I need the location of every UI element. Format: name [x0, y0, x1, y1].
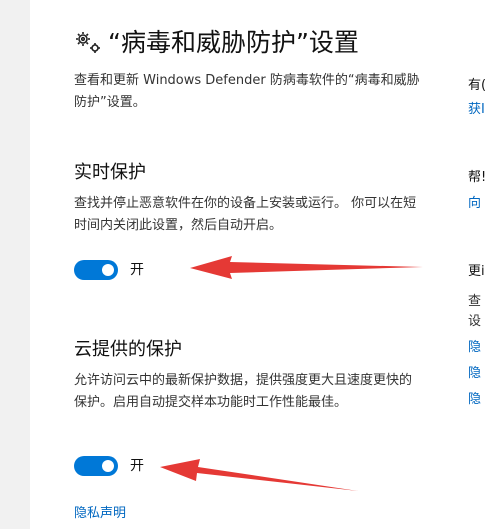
- annotation-arrow-icon: [160, 459, 358, 491]
- cloud-protection-toggle[interactable]: [74, 456, 118, 476]
- sidebar-link[interactable]: 向: [468, 194, 486, 214]
- annotation-arrow-icon: [190, 256, 423, 279]
- sidebar-text: 设: [468, 314, 482, 329]
- realtime-protection-toggle[interactable]: [74, 260, 118, 280]
- realtime-protection-description: 查找并停止恶意软件在你的设备上安装或运行。 你可以在短时间内关闭此设置，然后自动…: [74, 196, 417, 233]
- toggle-knob: [102, 264, 114, 276]
- toggle-knob: [102, 460, 114, 472]
- sidebar-link[interactable]: 获I: [468, 100, 486, 120]
- sidebar-link[interactable]: 隐: [468, 390, 485, 410]
- sidebar-section-title: 更i: [468, 264, 485, 279]
- cloud-toggle-state-label: 开: [130, 458, 144, 474]
- realtime-protection-heading: 实时保护: [74, 162, 146, 183]
- sidebar-link[interactable]: 隐: [468, 364, 485, 384]
- cloud-protection-heading: 云提供的保护: [74, 339, 182, 360]
- sidebar-text: 查: [468, 294, 482, 309]
- privacy-statement-link[interactable]: 隐私声明: [74, 502, 126, 521]
- sidebar-link[interactable]: 隐: [468, 338, 485, 358]
- page-title: “病毒和威胁防护”设置: [108, 28, 359, 57]
- settings-gear-icon: [76, 32, 100, 53]
- sidebar-section-title: 帮!: [468, 170, 487, 185]
- realtime-toggle-state-label: 开: [130, 262, 144, 278]
- sidebar-section-title: 有(: [468, 78, 487, 93]
- page-description: 查看和更新 Windows Defender 防病毒软件的“病毒和威胁防护”设置…: [74, 73, 420, 110]
- left-nav-strip: [0, 0, 30, 529]
- cloud-protection-description: 允许访问云中的最新保护数据，提供强度更大且速度更快的保护。启用自动提交样本功能时…: [74, 373, 413, 410]
